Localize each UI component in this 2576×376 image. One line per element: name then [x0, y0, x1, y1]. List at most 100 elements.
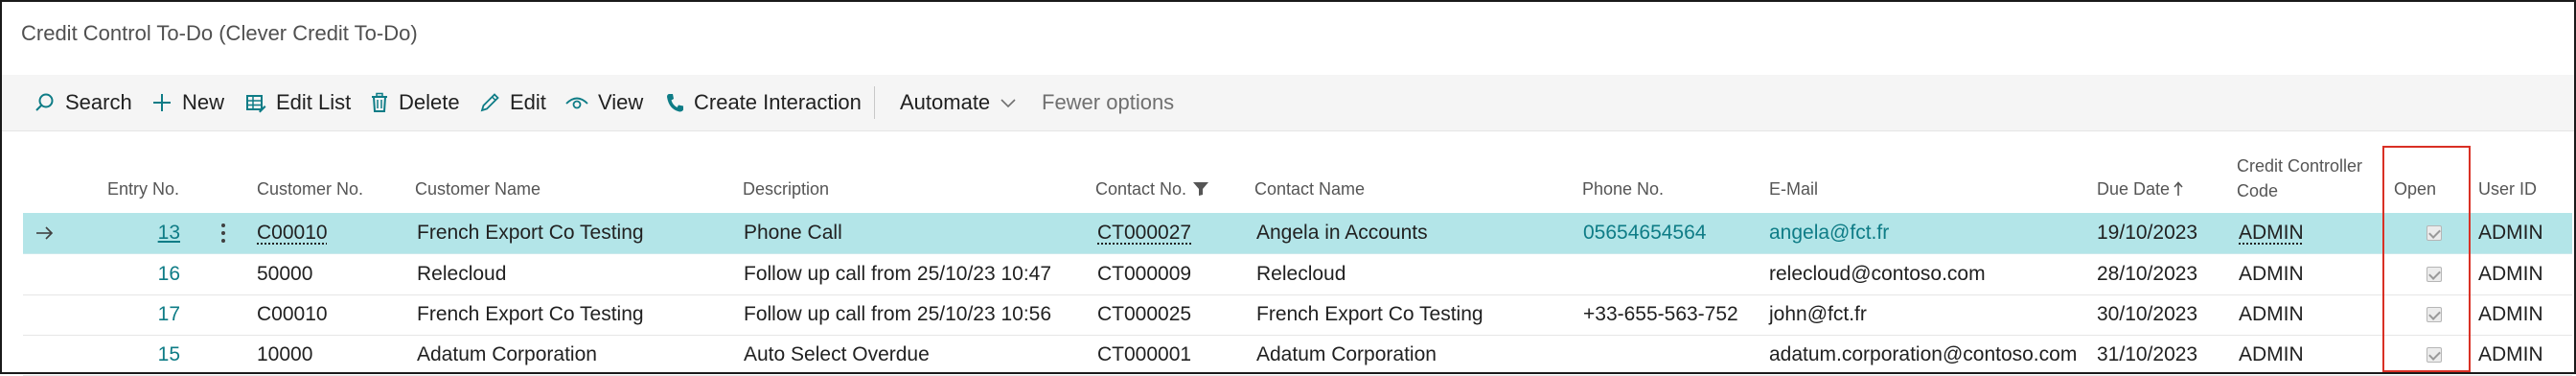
user-id-cell: ADMIN [2478, 343, 2543, 365]
column-header-contact-name[interactable]: Contact Name [1254, 178, 1365, 200]
column-header-contact-no[interactable]: Contact No. [1095, 178, 1209, 200]
contact-no-header-label: Contact No. [1095, 179, 1187, 199]
contact-no-cell: CT000001 [1097, 343, 1192, 365]
plus-icon [151, 92, 172, 113]
column-header-customer-name[interactable]: Customer Name [415, 178, 540, 200]
contact-name-cell: Relecloud [1256, 263, 1346, 285]
search-icon [34, 92, 56, 113]
more-vertical-icon[interactable] [219, 213, 239, 253]
customer-name-cell: Adatum Corporation [417, 343, 597, 365]
credit-controller-cell: ADMIN [2239, 303, 2304, 325]
delete-button[interactable]: Delete [370, 75, 460, 130]
page-title: Credit Control To-Do (Clever Credit To-D… [21, 21, 418, 45]
due-date-cell: 31/10/2023 [2097, 343, 2198, 365]
credit-controller-header-line2: Code [2237, 181, 2279, 200]
create-interaction-label: Create Interaction [694, 90, 862, 114]
fewer-options-label: Fewer options [1042, 90, 1175, 114]
email-cell: relecloud@contoso.com [1769, 263, 1986, 285]
credit-controller-header-line1: Credit Controller [2237, 156, 2363, 176]
fewer-options-button[interactable]: Fewer options [1042, 75, 1174, 130]
table-row[interactable]: 15 10000 Adatum Corporation Auto Select … [23, 335, 2572, 376]
description-cell: Follow up call from 25/10/23 10:47 [744, 263, 1052, 285]
create-interaction-button[interactable]: Create Interaction [665, 75, 862, 130]
page-frame: Credit Control To-Do (Clever Credit To-D… [0, 0, 2576, 376]
email-cell[interactable]: angela@fct.fr [1769, 213, 1889, 253]
action-bar: Search New Edit List Delete Edit View Cr… [2, 75, 2574, 131]
view-label: View [598, 90, 644, 114]
view-button[interactable]: View [565, 75, 643, 130]
automate-label: Automate [900, 90, 991, 114]
table-row[interactable]: 13 C00010 French Export Co Testing Phone… [23, 213, 2572, 254]
entry-no-cell[interactable]: 15 [119, 335, 180, 375]
pencil-icon [479, 92, 500, 113]
credit-controller-cell[interactable]: ADMIN [2239, 213, 2304, 253]
phone-no-cell: +33-655-563-752 [1583, 303, 1738, 325]
filter-icon [1192, 181, 1209, 197]
contact-no-cell[interactable]: CT000027 [1097, 213, 1191, 253]
customer-name-cell: Relecloud [417, 263, 507, 285]
delete-label: Delete [399, 90, 460, 114]
column-header-phone-no[interactable]: Phone No. [1582, 178, 1664, 200]
due-date-cell: 30/10/2023 [2097, 303, 2198, 325]
new-button[interactable]: New [151, 75, 224, 130]
entry-no-cell[interactable]: 13 [119, 213, 180, 253]
column-header-user-id[interactable]: User ID [2478, 178, 2537, 200]
column-header-open[interactable]: Open [2394, 178, 2436, 200]
customer-no-cell: C00010 [257, 303, 328, 325]
contact-name-cell: Adatum Corporation [1256, 343, 1437, 365]
contact-name-cell: French Export Co Testing [1256, 303, 1484, 325]
customer-name-cell: French Export Co Testing [417, 303, 644, 325]
column-header-due-date[interactable]: Due Date [2097, 178, 2183, 200]
contact-name-cell: Angela in Accounts [1256, 222, 1428, 244]
column-header-entry-no[interactable]: Entry No. [107, 178, 179, 200]
table-row[interactable]: 17 C00010 French Export Co Testing Follo… [23, 294, 2572, 336]
customer-no-cell: 10000 [257, 343, 313, 365]
edit-button[interactable]: Edit [479, 75, 546, 130]
user-id-cell: ADMIN [2478, 263, 2543, 285]
due-date-cell: 28/10/2023 [2097, 263, 2198, 285]
entry-no-cell[interactable]: 16 [119, 254, 180, 294]
column-header-description[interactable]: Description [743, 178, 829, 200]
description-cell: Follow up call from 25/10/23 10:56 [744, 303, 1052, 325]
table-row[interactable]: 16 50000 Relecloud Follow up call from 2… [23, 254, 2572, 295]
customer-no-cell[interactable]: C00010 [257, 213, 328, 253]
search-label: Search [65, 90, 132, 114]
due-date-cell: 19/10/2023 [2097, 222, 2198, 244]
search-button[interactable]: Search [34, 75, 132, 130]
column-header-customer-no[interactable]: Customer No. [257, 178, 363, 200]
arrow-right-icon [34, 213, 54, 253]
trash-icon [370, 92, 389, 113]
column-header-email[interactable]: E-Mail [1769, 178, 1818, 200]
eye-icon [565, 92, 588, 113]
customer-no-cell: 50000 [257, 263, 313, 285]
open-checkbox[interactable] [2426, 347, 2442, 363]
edit-list-button[interactable]: Edit List [245, 75, 351, 130]
column-header-credit-controller[interactable]: Credit Controller Code [2237, 155, 2362, 201]
phone-no-cell[interactable]: 05654654564 [1583, 213, 1706, 253]
due-date-header-label: Due Date [2097, 179, 2171, 199]
user-id-cell: ADMIN [2478, 222, 2543, 244]
contact-no-cell: CT000009 [1097, 263, 1192, 285]
chevron-down-icon [1000, 97, 1017, 108]
credit-controller-cell: ADMIN [2239, 263, 2304, 285]
entry-no-cell[interactable]: 17 [119, 294, 180, 335]
automate-menu-button[interactable]: Automate [900, 75, 1017, 130]
edit-list-icon [245, 92, 266, 113]
credit-controller-cell: ADMIN [2239, 343, 2304, 365]
open-checkbox[interactable] [2426, 225, 2442, 241]
edit-list-label: Edit List [276, 90, 352, 114]
phone-icon [665, 92, 684, 113]
user-id-cell: ADMIN [2478, 303, 2543, 325]
description-cell: Auto Select Overdue [744, 343, 930, 365]
open-checkbox[interactable] [2426, 307, 2442, 322]
description-cell: Phone Call [744, 222, 842, 244]
sort-up-icon [2174, 181, 2183, 197]
toolbar-separator [874, 86, 875, 119]
edit-label: Edit [510, 90, 546, 114]
email-cell: john@fct.fr [1769, 303, 1867, 325]
customer-name-cell: French Export Co Testing [417, 222, 644, 244]
email-cell: adatum.corporation@contoso.com [1769, 343, 2078, 365]
new-label: New [182, 90, 225, 114]
open-checkbox[interactable] [2426, 267, 2442, 282]
contact-no-cell: CT000025 [1097, 303, 1192, 325]
